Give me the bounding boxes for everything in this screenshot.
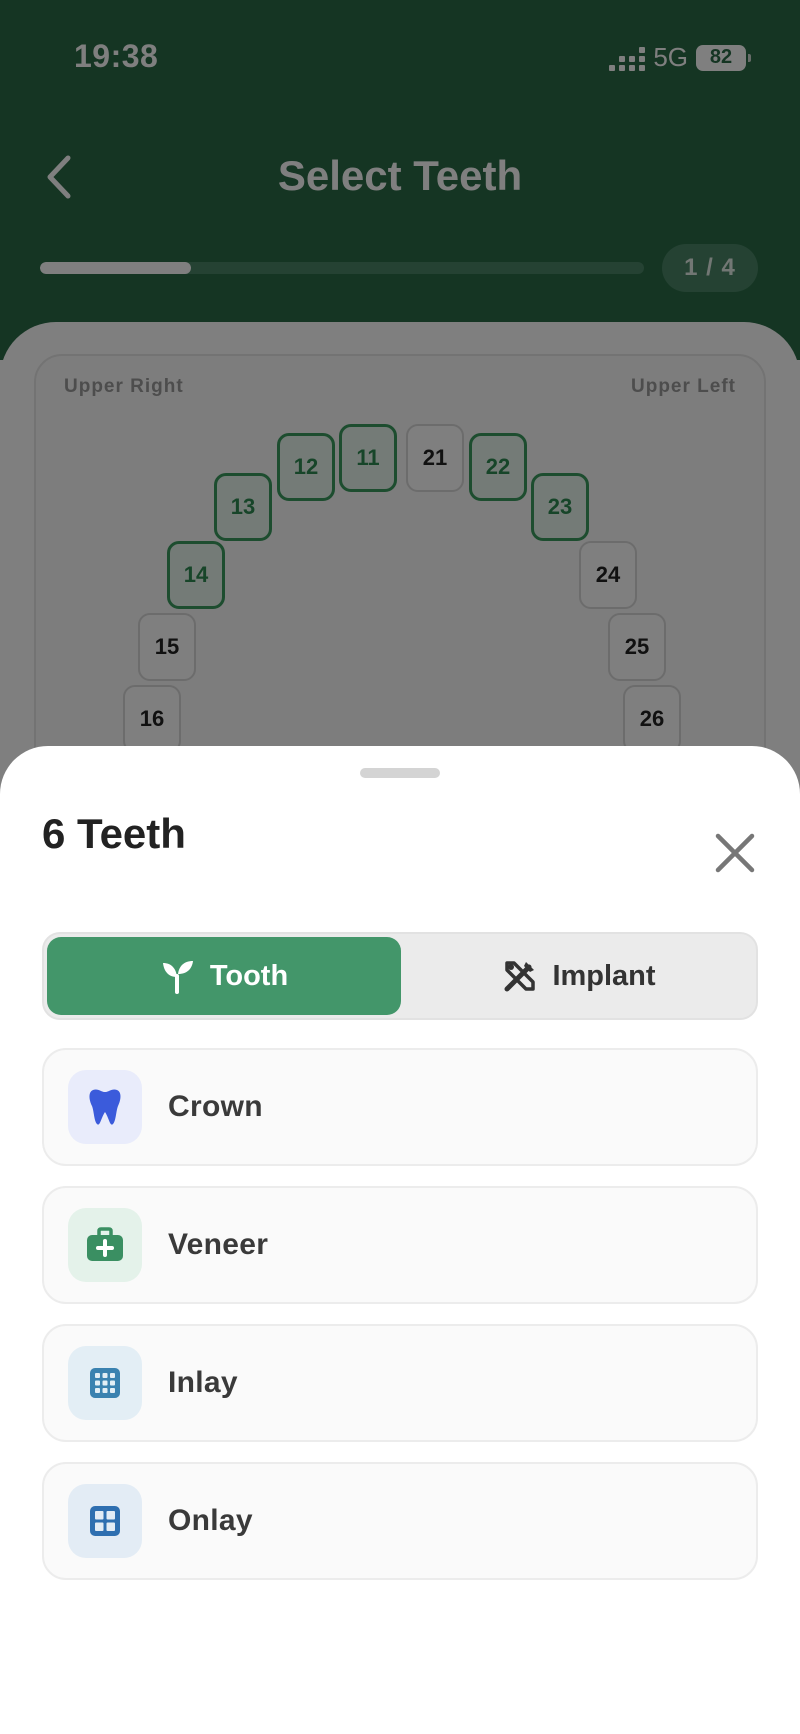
- option-inlay[interactable]: Inlay: [42, 1324, 758, 1442]
- segment-implant-label: Implant: [552, 959, 656, 992]
- segment-implant[interactable]: Implant: [404, 937, 754, 1015]
- option-onlay-label: Onlay: [168, 1504, 253, 1537]
- type-segmented-control: Tooth Implant: [42, 932, 758, 1020]
- option-crown-label: Crown: [168, 1090, 263, 1123]
- onlay-icon-badge: [68, 1484, 142, 1558]
- grid-icon: [90, 1368, 120, 1398]
- veneer-icon-badge: [68, 1208, 142, 1282]
- segment-tooth-label: Tooth: [209, 959, 289, 992]
- bottom-sheet: 6 Teeth Tooth Implant Crown Veneer Inlay…: [0, 746, 800, 1734]
- tooth-icon: [89, 1089, 121, 1125]
- close-icon: [715, 833, 755, 873]
- quad-grid-icon: [90, 1506, 120, 1536]
- segment-tooth[interactable]: Tooth: [47, 937, 401, 1015]
- crown-icon-badge: [68, 1070, 142, 1144]
- option-veneer[interactable]: Veneer: [42, 1186, 758, 1304]
- tools-icon: [504, 961, 536, 992]
- option-onlay[interactable]: Onlay: [42, 1462, 758, 1580]
- medkit-icon: [87, 1227, 123, 1261]
- option-inlay-label: Inlay: [168, 1366, 238, 1399]
- option-crown[interactable]: Crown: [42, 1048, 758, 1166]
- inlay-icon-badge: [68, 1346, 142, 1420]
- close-button[interactable]: [708, 826, 762, 880]
- sheet-title: 6 Teeth: [42, 810, 186, 857]
- sheet-drag-handle[interactable]: [360, 768, 440, 778]
- option-veneer-label: Veneer: [168, 1228, 269, 1261]
- sprout-icon: [162, 961, 193, 994]
